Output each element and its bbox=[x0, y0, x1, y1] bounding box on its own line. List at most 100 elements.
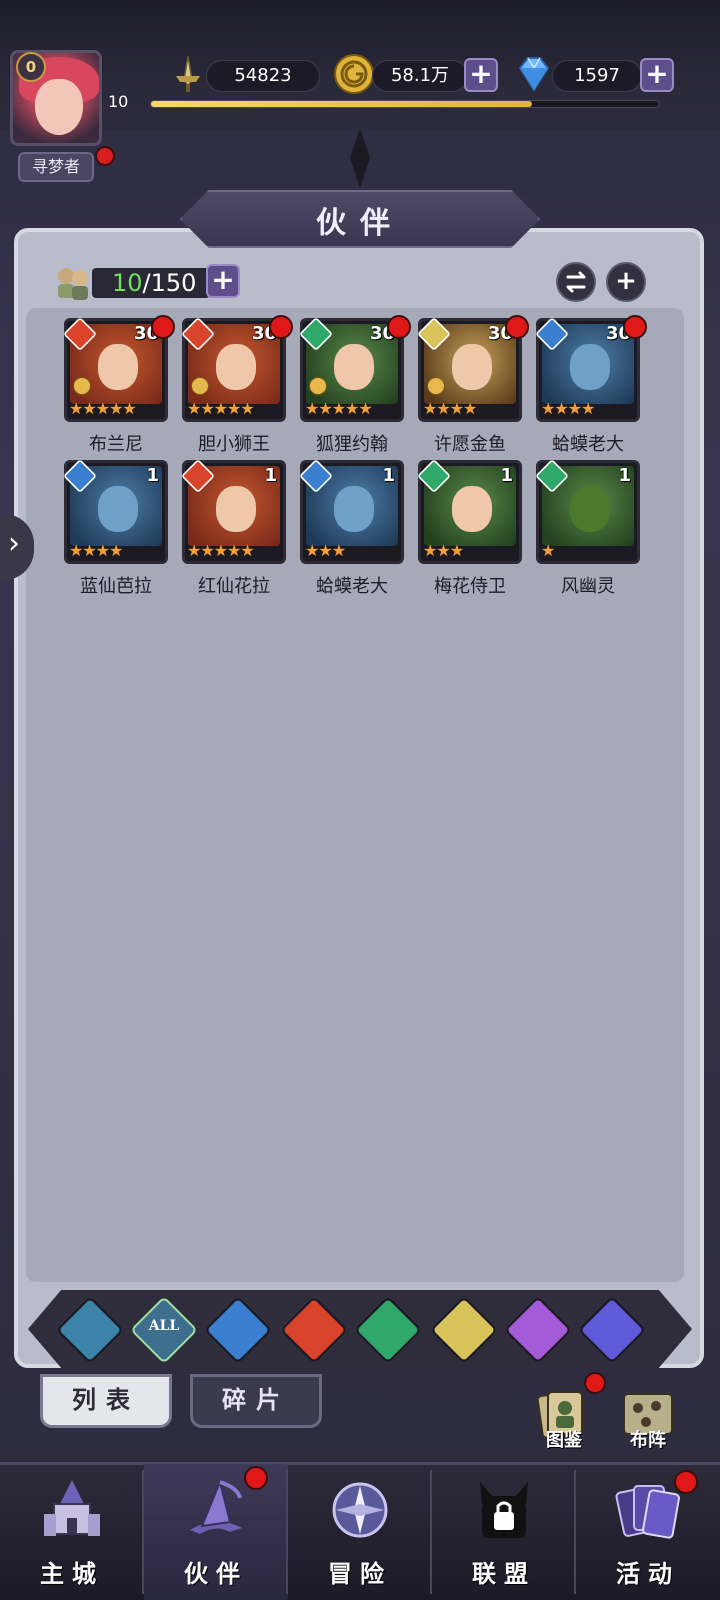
companion-alert-dot bbox=[623, 315, 647, 339]
castle-icon bbox=[44, 1480, 100, 1536]
cards-icon bbox=[615, 1485, 680, 1539]
diamond-value: 1597 bbox=[552, 60, 642, 92]
companion-name: 胆小狮王 bbox=[198, 434, 270, 455]
nav-adventure[interactable]: 冒险 bbox=[288, 1464, 432, 1600]
add-gold-button[interactable]: + bbox=[464, 58, 498, 92]
companion-card[interactable]: 1 ★★★ bbox=[299, 459, 404, 564]
rank-badge-icon bbox=[309, 377, 327, 395]
rank-badge-icon bbox=[191, 377, 209, 395]
gold-value: 58.1万 bbox=[372, 60, 468, 92]
star-rating: ★★★ bbox=[423, 541, 464, 560]
companion-name: 梅花侍卫 bbox=[434, 576, 506, 597]
vip-level-badge: 0 bbox=[16, 52, 46, 82]
wizard-hat-icon bbox=[190, 1478, 242, 1534]
nav-alliance-label: 联盟 bbox=[472, 1560, 536, 1588]
locked-alliance-icon bbox=[480, 1482, 528, 1538]
sword-power-icon bbox=[176, 55, 200, 92]
expand-slots-button[interactable]: + bbox=[206, 264, 240, 298]
companion-name: 许愿金鱼 bbox=[434, 434, 506, 455]
companion-count-max: /150 bbox=[142, 269, 197, 297]
page-title: 伙伴 bbox=[316, 206, 404, 241]
companion-card[interactable]: 1 ★ bbox=[535, 459, 640, 564]
player-level: 10 bbox=[108, 92, 129, 111]
portrait-face bbox=[334, 486, 374, 532]
star-rating: ★★★★★ bbox=[69, 399, 137, 418]
formation-label: 布阵 bbox=[630, 1430, 666, 1451]
companion-name: 红仙花拉 bbox=[198, 576, 270, 597]
companion-level: 1 bbox=[500, 465, 513, 486]
companion-name: 蓝仙芭拉 bbox=[80, 576, 152, 597]
companion-card[interactable]: 1 ★★★★ bbox=[63, 459, 168, 564]
avatar-face bbox=[35, 79, 83, 135]
companion-card[interactable]: 30 ★★★★★ bbox=[181, 315, 293, 422]
companion-card[interactable]: 30 ★★★★★ bbox=[63, 315, 175, 422]
nav-main-city-label: 主城 bbox=[40, 1560, 104, 1588]
companion-name: 蛤蟆老大 bbox=[552, 434, 624, 455]
star-rating: ★ bbox=[541, 541, 555, 560]
star-rating: ★★★★ bbox=[541, 399, 595, 418]
star-rating: ★★★★★ bbox=[305, 399, 373, 418]
add-companion-button[interactable]: + bbox=[606, 262, 646, 302]
tab-list[interactable]: 列表 bbox=[40, 1374, 172, 1428]
filter-all-label: ALL bbox=[148, 1318, 180, 1334]
codex-label: 图鉴 bbox=[546, 1430, 582, 1451]
portrait-face bbox=[452, 486, 492, 532]
compass-icon bbox=[332, 1482, 388, 1538]
frame-ornament bbox=[350, 128, 370, 188]
companion-count-current: 10 bbox=[112, 269, 143, 297]
companion-name: 风幽灵 bbox=[561, 576, 615, 597]
rank-badge-icon bbox=[73, 377, 91, 395]
companion-level: 1 bbox=[146, 465, 159, 486]
nav-main-city[interactable]: 主城 bbox=[0, 1464, 144, 1600]
star-rating: ★★★★ bbox=[423, 399, 477, 418]
player-name[interactable]: 寻梦者 bbox=[18, 152, 94, 182]
star-rating: ★★★ bbox=[305, 541, 346, 560]
companion-level: 1 bbox=[382, 465, 395, 486]
companion-card[interactable]: 1 ★★★★★ bbox=[181, 459, 286, 564]
xp-bar-fill bbox=[151, 101, 532, 107]
companion-alert-dot bbox=[151, 315, 175, 339]
xp-bar bbox=[150, 100, 660, 108]
companion-alert-dot bbox=[387, 315, 411, 339]
nav-companions-label: 伙伴 bbox=[184, 1560, 248, 1588]
portrait-face bbox=[98, 344, 138, 390]
companions-count-icon bbox=[58, 268, 88, 300]
companion-card[interactable]: 1 ★★★ bbox=[417, 459, 522, 564]
rank-badge-icon bbox=[427, 377, 445, 395]
companion-alert-dot bbox=[505, 315, 529, 339]
nav-adventure-label: 冒险 bbox=[328, 1560, 392, 1588]
companion-alert-dot bbox=[269, 315, 293, 339]
tab-fragments[interactable]: 碎片 bbox=[190, 1374, 322, 1428]
portrait-face bbox=[570, 344, 610, 390]
nav-companions[interactable]: 伙伴 bbox=[144, 1464, 288, 1600]
portrait-face bbox=[216, 486, 256, 532]
gold-coin-icon bbox=[334, 54, 374, 94]
nav-events[interactable]: 活动 bbox=[576, 1464, 720, 1600]
companion-card[interactable]: 30 ★★★★★ bbox=[299, 315, 411, 422]
swap-icon bbox=[566, 271, 586, 293]
nav-companions-alert-dot bbox=[244, 1466, 268, 1490]
companion-level: 1 bbox=[264, 465, 277, 486]
companion-name: 蛤蟆老大 bbox=[316, 576, 388, 597]
portrait-face bbox=[452, 344, 492, 390]
star-rating: ★★★★★ bbox=[187, 399, 255, 418]
power-value: 54823 bbox=[206, 60, 320, 92]
diamond-icon bbox=[518, 57, 550, 92]
portrait-face bbox=[334, 344, 374, 390]
companion-card[interactable]: 30 ★★★★ bbox=[535, 315, 647, 422]
portrait-face bbox=[570, 486, 610, 532]
companion-name: 狐狸约翰 bbox=[316, 434, 388, 455]
nav-events-alert-dot bbox=[674, 1470, 698, 1494]
portrait-face bbox=[216, 344, 256, 390]
companion-level: 1 bbox=[618, 465, 631, 486]
nav-events-label: 活动 bbox=[616, 1560, 680, 1588]
swap-button[interactable] bbox=[556, 262, 596, 302]
companion-card[interactable]: 30 ★★★★ bbox=[417, 315, 529, 422]
portrait-face bbox=[98, 486, 138, 532]
companion-name: 布兰尼 bbox=[89, 434, 143, 455]
player-alert-dot bbox=[95, 146, 115, 166]
nav-alliance[interactable]: 联盟 bbox=[432, 1464, 576, 1600]
codex-alert-dot bbox=[584, 1372, 606, 1394]
add-diamond-button[interactable]: + bbox=[640, 58, 674, 92]
star-rating: ★★★★ bbox=[69, 541, 123, 560]
